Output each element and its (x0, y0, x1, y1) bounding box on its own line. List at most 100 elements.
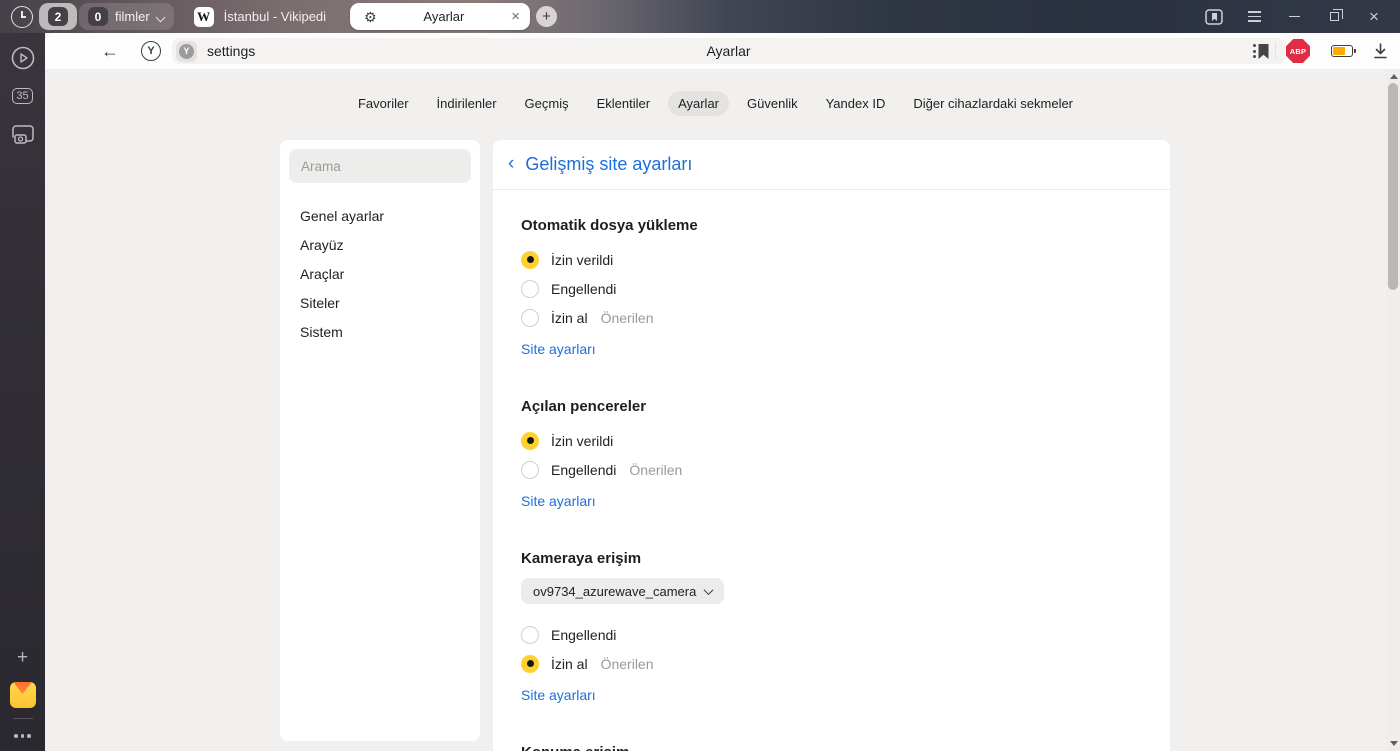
tab-group-filmler[interactable]: 0 filmler (79, 3, 174, 30)
history-clock-icon[interactable] (11, 5, 33, 28)
menu-item-aray-z[interactable]: Arayüz (280, 230, 480, 259)
section-title: Açılan pencereler (521, 398, 647, 415)
tabs-count-badge: 35 (12, 88, 33, 104)
play-circle-icon (11, 46, 34, 70)
close-icon: × (1369, 7, 1379, 26)
tabs-counter-button[interactable]: 35 (0, 77, 45, 115)
adblock-plus-button[interactable]: ABP (1283, 33, 1313, 69)
battery-icon (1331, 45, 1356, 57)
yandex-logo-icon: Y (141, 41, 161, 61)
nav-tab-i-ndirilenler[interactable]: İndirilenler (427, 91, 507, 116)
tab-group-count-segment[interactable]: 2 (39, 3, 77, 30)
screenshot-button[interactable] (0, 115, 45, 153)
sidebar-panel-toggle[interactable] (1194, 0, 1234, 33)
nav-tab-ayarlar[interactable]: Ayarlar (668, 91, 730, 116)
ellipsis-icon (14, 734, 31, 738)
nav-tab-ge-mi-[interactable]: Geçmiş (515, 91, 579, 116)
section: Kameraya erişim ov9734_azurewave_camera En… (521, 549, 1142, 707)
radio-option[interactable]: İzin al Önerilen (521, 303, 1142, 332)
section: Konuma erişimİzin verildi (521, 743, 1142, 751)
hamburger-icon (1247, 11, 1261, 22)
yandex-home-button[interactable]: Y (137, 33, 165, 69)
menu-item-siteler[interactable]: Siteler (280, 288, 480, 317)
tab-close-icon[interactable]: × (511, 9, 520, 24)
nav-tab-eklentiler[interactable]: Eklentiler (587, 91, 660, 116)
camera-device-dropdown[interactable]: ov9734_azurewave_camera (521, 578, 725, 604)
radio-label: İzin verildi (551, 432, 614, 449)
tab-group[interactable]: 2 0 filmler (39, 3, 174, 30)
dropdown-value: ov9734_azurewave_camera (533, 583, 697, 599)
nav-tab-g-venlik[interactable]: Güvenlik (737, 91, 808, 116)
window-minimize-button[interactable] (1274, 0, 1314, 33)
site-settings-link[interactable]: Site ayarları (521, 337, 596, 361)
abp-badge-icon: ABP (1286, 39, 1310, 63)
toolbar-divider (1275, 42, 1276, 60)
page-scrollbar[interactable] (1386, 69, 1400, 751)
tab-group-sub-badge: 0 (88, 7, 108, 26)
radio-option[interactable]: Engellendi Önerilen (521, 455, 1142, 484)
radio-label: Engellendi (551, 461, 617, 478)
settings-sections: Otomatik dosya yükleme İzin verildi Engell… (493, 216, 1170, 751)
battery-saver-button[interactable] (1325, 33, 1359, 69)
radio-unselected-icon[interactable] (521, 279, 539, 298)
scrollbar-up-arrow[interactable] (1389, 74, 1398, 79)
browser-toolbar: ← Y Y settings Ayarlar ABP (45, 33, 1400, 69)
yandex-mail-button[interactable] (0, 676, 45, 714)
radio-option[interactable]: Engellendi (521, 620, 1142, 649)
radio-unselected-icon[interactable] (521, 625, 539, 644)
minimize-icon (1288, 15, 1300, 18)
address-url: settings (207, 43, 256, 59)
radio-option[interactable]: İzin verildi (521, 426, 1142, 455)
menu-item-ara-lar[interactable]: Araçlar (280, 259, 480, 288)
section-title: Konuma erişim (521, 743, 1142, 751)
recommended-badge: Önerilen (629, 461, 683, 478)
active-tab-title: Ayarlar (423, 9, 465, 24)
radio-unselected-icon[interactable] (521, 460, 539, 479)
back-button[interactable]: ← (95, 33, 125, 69)
downloads-button[interactable] (1365, 33, 1395, 69)
panel-bookmark-icon (1205, 8, 1223, 25)
window-close-button[interactable]: × (1354, 0, 1394, 33)
tab-ayarlar-active[interactable]: ⚙ Ayarlar × (350, 3, 530, 30)
page-title: Gelişmiş site ayarları (525, 154, 693, 174)
settings-search-input[interactable] (289, 149, 471, 183)
radio-label: İzin al (551, 655, 588, 672)
new-tab-button[interactable]: + (536, 6, 557, 27)
site-settings-link[interactable]: Site ayarları (521, 683, 596, 707)
chevron-down-icon (157, 13, 165, 21)
scrollbar-down-arrow[interactable] (1389, 741, 1398, 746)
recommended-badge: Önerilen (600, 309, 654, 326)
radio-unselected-icon[interactable] (521, 308, 539, 327)
sidebar-add-button[interactable]: + (0, 638, 45, 676)
radio-selected-icon[interactable] (521, 654, 539, 673)
radio-option[interactable]: Engellendi (521, 274, 1142, 303)
section: Otomatik dosya yükleme İzin verildi Engell… (521, 216, 1142, 361)
tab-istanbul-vikipedi[interactable]: W İstanbul - Vikipedi (193, 6, 326, 27)
address-bar[interactable]: Y settings Ayarlar (172, 38, 1285, 64)
nav-tab-yandex-id[interactable]: Yandex ID (816, 91, 896, 116)
extensions-menu-button[interactable] (1241, 33, 1267, 69)
menu-item-genel-ayarlar[interactable]: Genel ayarlar (280, 201, 480, 230)
settings-sidebar-panel: Genel ayarlarArayüzAraçlarSitelerSistem (280, 140, 480, 741)
video-play-button[interactable] (0, 39, 45, 77)
plus-icon: + (16, 646, 29, 668)
gear-icon: ⚙ (364, 8, 377, 25)
radio-label: Engellendi (551, 626, 617, 643)
radio-selected-icon[interactable] (521, 250, 539, 269)
settings-menu-list: Genel ayarlar Arayüz Araçlar Siteler Sistem (280, 201, 480, 346)
back-chevron-icon[interactable]: ‹ (508, 154, 514, 173)
advanced-site-settings-header[interactable]: ‹ Gelişmiş site ayarları (493, 140, 1170, 190)
sidebar-more-button[interactable] (0, 721, 45, 751)
nav-tab-di-er-cihazlardaki-sekmeler[interactable]: Diğer cihazlardaki sekmeler (903, 91, 1083, 116)
site-settings-link[interactable]: Site ayarları (521, 489, 596, 513)
scrollbar-thumb[interactable] (1388, 83, 1398, 290)
radio-option[interactable]: İzin verildi (521, 245, 1142, 274)
radio-selected-icon[interactable] (521, 431, 539, 450)
menu-item-sistem[interactable]: Sistem (280, 317, 480, 346)
window-restore-button[interactable] (1314, 0, 1354, 33)
download-icon (1373, 43, 1387, 59)
section-title: Otomatik dosya yükleme (521, 217, 698, 234)
radio-option[interactable]: İzin al Önerilen (521, 649, 1142, 678)
nav-tab-favoriler[interactable]: Favoriler (348, 91, 419, 116)
browser-menu-button[interactable] (1234, 0, 1274, 33)
